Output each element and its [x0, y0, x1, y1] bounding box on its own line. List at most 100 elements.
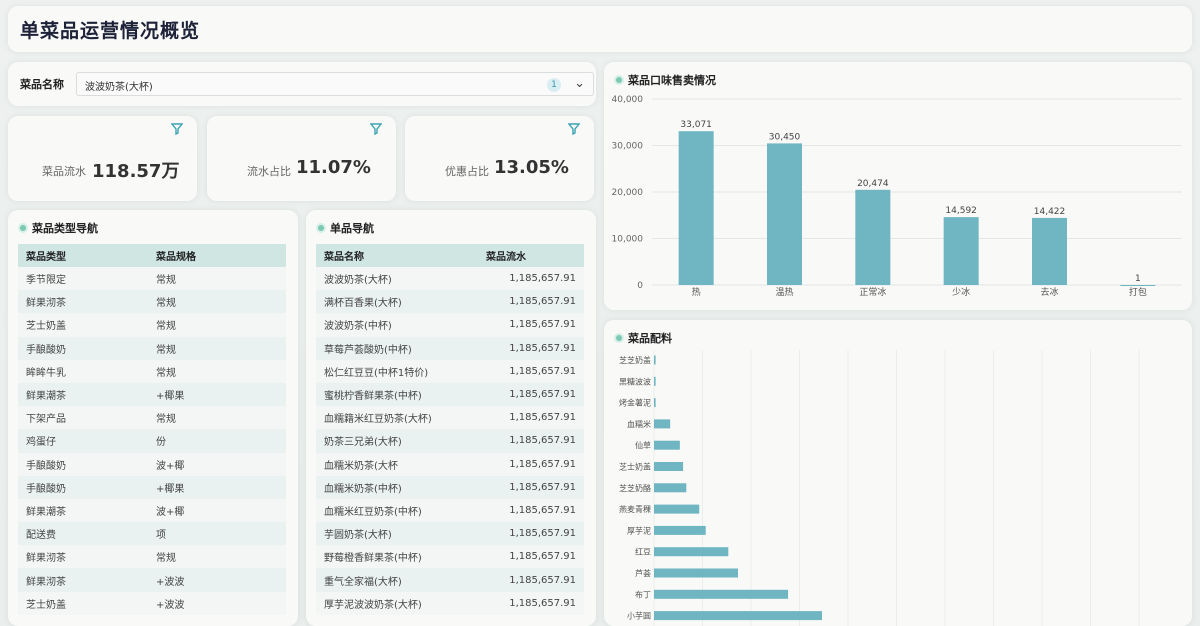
chevron-down-icon[interactable]: ⌄	[574, 76, 585, 91]
table-cell: 松仁红豆豆(中杯1特价)	[316, 359, 478, 383]
table-cell: 1,185,657.91	[478, 406, 584, 430]
table-cell: 手酿酸奶	[18, 336, 148, 360]
dish-type-nav-panel: 菜品类型导航 菜品类型 菜品规格 季节限定 常规 鲜果沏茶 常规 芝士奶盖 常规 手酿酸奶常…	[8, 210, 298, 626]
table-row[interactable]: 松仁红豆豆(中杯1特价) 1,185,657.91	[316, 359, 584, 383]
table-cell: 1,185,657.91	[478, 359, 584, 383]
table-cell: 手酿酸奶	[18, 475, 148, 499]
table-row[interactable]: 蜜桃柠香鲜果茶(中杯) 1,185,657.91	[316, 382, 584, 407]
table-row[interactable]: 血糯米红豆奶茶(中杯) 1,185,657.91	[316, 498, 584, 523]
panel-title: 单品导航	[318, 220, 374, 236]
panel-title: 菜品类型导航	[20, 220, 98, 236]
table-row[interactable]: 波波奶茶(中杯) 1,185,657.91	[316, 313, 584, 337]
table-row[interactable]: 草莓芦荟酸奶(中杯) 1,185,657.91	[316, 336, 584, 360]
table-row[interactable]: 鲜果沏茶 +波波	[18, 568, 286, 592]
table-cell: 满杯百香果(大杯)	[316, 290, 478, 314]
table-row[interactable]: 重气全家福(大杯) 1,185,657.91	[316, 568, 584, 592]
bar	[654, 611, 822, 621]
table-row[interactable]: 鲜果沏茶 常规	[18, 290, 286, 314]
bar	[654, 483, 687, 493]
bar	[654, 525, 706, 535]
y-tick-label: 布丁	[635, 589, 651, 599]
table-cell: 波波奶茶(大杯)	[316, 267, 478, 291]
table-row[interactable]: 鸡蛋仔份	[18, 429, 286, 453]
table-row[interactable]: 鲜果潮茶 +椰果	[18, 382, 286, 407]
table-cell: 1,185,657.91	[478, 522, 584, 546]
data-label: 1	[1135, 274, 1141, 284]
kpi-card-revenue-share: 流水占比 11.07%	[207, 116, 396, 201]
table-row[interactable]: 野莓橙香鲜果茶(中杯) 1,185,657.91	[316, 545, 584, 569]
table-row[interactable]: 满杯百香果(大杯) 1,185,657.91	[316, 290, 584, 314]
table-row[interactable]: 厚芋泥波波奶茶(大杯) 1,185,657.91	[316, 591, 584, 615]
filter-icon[interactable]	[568, 123, 580, 135]
table-row[interactable]: 芋圆奶茶(大杯) 1,185,657.91	[316, 522, 584, 546]
column-header[interactable]: 菜品规格	[148, 244, 286, 267]
bar	[654, 504, 700, 514]
column-header[interactable]: 菜品类型	[18, 244, 148, 267]
table-row[interactable]: 鲜果潮茶 波+椰	[18, 498, 286, 523]
table-row[interactable]: 配送费项	[18, 522, 286, 546]
table-cell: 波+椰	[148, 452, 286, 476]
x-tick-label: 热	[692, 286, 701, 298]
column-header[interactable]: 菜品流水	[478, 244, 584, 267]
table-cell: 1,185,657.91	[478, 336, 584, 360]
table-cell: 1,185,657.91	[478, 452, 584, 476]
table-cell: 常规	[148, 267, 286, 291]
table-cell: 1,185,657.91	[478, 498, 584, 523]
table-cell: 血糯米红豆奶茶(中杯)	[316, 498, 478, 523]
data-label: 33,071	[680, 120, 712, 130]
bar	[1032, 217, 1067, 285]
table-cell: 1,185,657.91	[478, 545, 584, 569]
table-row[interactable]: 手酿酸奶 波+椰	[18, 452, 286, 476]
table-row[interactable]: 季节限定 常规	[18, 267, 286, 291]
table-cell: 蜜桃柠香鲜果茶(中杯)	[316, 382, 478, 407]
table-row[interactable]: 眸眸牛乳 常规	[18, 359, 286, 383]
table-cell: +波波	[148, 568, 286, 592]
panel-title-text: 单品导航	[330, 222, 374, 235]
kpi-value: 11.07%	[296, 157, 371, 178]
bar	[654, 440, 680, 450]
y-tick-label: 30,000	[612, 142, 644, 152]
table-cell: 常规	[148, 290, 286, 314]
x-tick-label: 温热	[775, 286, 793, 298]
y-tick-label: 仙草	[635, 440, 651, 450]
table-cell: 鲜果沏茶	[18, 545, 148, 569]
table-row[interactable]: 鲜果沏茶 常规	[18, 545, 286, 569]
table-row[interactable]: 波波奶茶(大杯) 1,185,657.91	[316, 267, 584, 291]
dish-name-select[interactable]: 波波奶茶(大杯) 1 ⌄	[76, 72, 594, 96]
bar	[654, 547, 729, 557]
y-tick-label: 黑糖波波	[619, 376, 651, 386]
table-row[interactable]: 手酿酸奶 +椰果	[18, 475, 286, 499]
table-cell: 常规	[148, 313, 286, 337]
table-cell: 份	[148, 429, 286, 453]
table-row[interactable]: 芝士奶盖 +波波	[18, 591, 286, 615]
bar	[678, 131, 714, 285]
y-tick-label: 红豆	[635, 547, 651, 557]
table-row[interactable]: 血糯米奶茶(中杯) 1,185,657.91	[316, 475, 584, 499]
bar	[654, 398, 656, 408]
filter-icon[interactable]	[370, 123, 382, 135]
table-row[interactable]: 血糯米奶茶(大杯 1,185,657.91	[316, 452, 584, 476]
table-cell: 波+椰	[148, 498, 286, 523]
table-cell: 配送费	[18, 522, 148, 546]
table-row[interactable]: 血糯籍米红豆奶茶(大杯) 1,185,657.91	[316, 406, 584, 430]
table-cell: 芝士奶盖	[18, 313, 148, 337]
y-tick-label: 燕麦青稞	[619, 504, 651, 514]
single-item-table: 菜品名称 菜品流水 波波奶茶(大杯) 1,185,657.91 满杯百香果(大杯) 1…	[316, 244, 584, 615]
data-label: 14,592	[945, 206, 977, 216]
flavor-sales-chart-panel: 菜品口味售卖情况 0 10,000 20,000 30,000 40,000 33,071…	[604, 62, 1192, 310]
table-row[interactable]: 芝士奶盖 常规	[18, 313, 286, 337]
table-cell: 1,185,657.91	[478, 313, 584, 337]
table-row[interactable]: 手酿酸奶 常规	[18, 336, 286, 360]
panel-title-text: 菜品类型导航	[32, 222, 98, 235]
filter-icon[interactable]	[171, 123, 183, 135]
table-row[interactable]: 奶茶三兄弟(大杯) 1,185,657.91	[316, 429, 584, 453]
table-cell: 野莓橙香鲜果茶(中杯)	[316, 545, 478, 569]
table-row[interactable]: 下架产品 常规	[18, 406, 286, 430]
table-cell: 1,185,657.91	[478, 591, 584, 615]
selection-count-badge: 1	[547, 78, 561, 92]
y-tick-label: 0	[637, 281, 643, 291]
table-cell: 鲜果潮茶	[18, 498, 148, 523]
table-cell: +波波	[148, 591, 286, 615]
y-tick-label: 芝芝奶酪	[619, 483, 651, 493]
column-header[interactable]: 菜品名称	[316, 244, 478, 267]
